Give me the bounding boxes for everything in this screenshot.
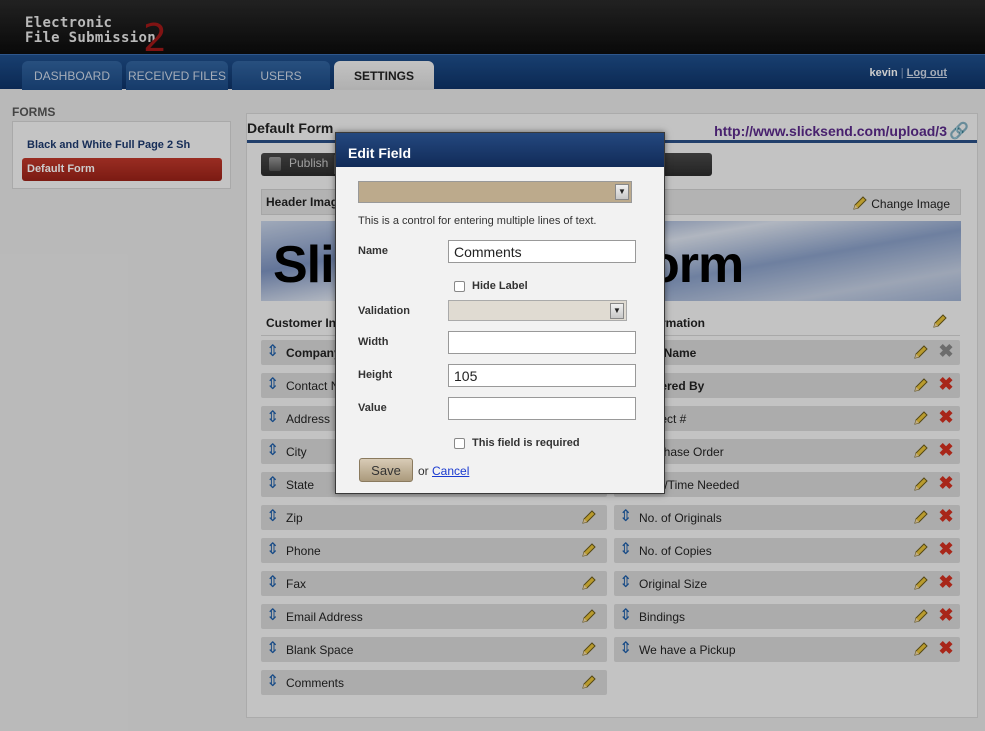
hide-label-text: Hide Label (472, 280, 528, 292)
height-label: Height (358, 369, 393, 381)
hide-label-checkbox[interactable] (454, 281, 465, 292)
width-field[interactable] (448, 331, 636, 354)
field-type-select[interactable]: ▼ (358, 181, 632, 203)
chevron-down-icon: ▼ (610, 303, 624, 319)
required-checkbox[interactable] (454, 438, 465, 449)
required-text: This field is required (472, 437, 580, 449)
dialog-title: Edit Field (336, 133, 664, 167)
width-label: Width (358, 336, 389, 348)
field-type-description: This is a control for entering multiple … (358, 215, 597, 227)
chevron-down-icon: ▼ (615, 184, 629, 200)
validation-select[interactable]: ▼ (448, 300, 627, 321)
validation-label: Validation (358, 305, 410, 317)
edit-field-dialog: Edit Field ▼ This is a control for enter… (335, 132, 665, 494)
name-field[interactable] (448, 240, 636, 263)
value-label: Value (358, 402, 387, 414)
name-label: Name (358, 245, 388, 257)
or-text: or (418, 464, 429, 478)
save-button[interactable]: Save (359, 458, 413, 482)
value-field[interactable] (448, 397, 636, 420)
height-field[interactable] (448, 364, 636, 387)
cancel-link[interactable]: Cancel (432, 464, 469, 478)
